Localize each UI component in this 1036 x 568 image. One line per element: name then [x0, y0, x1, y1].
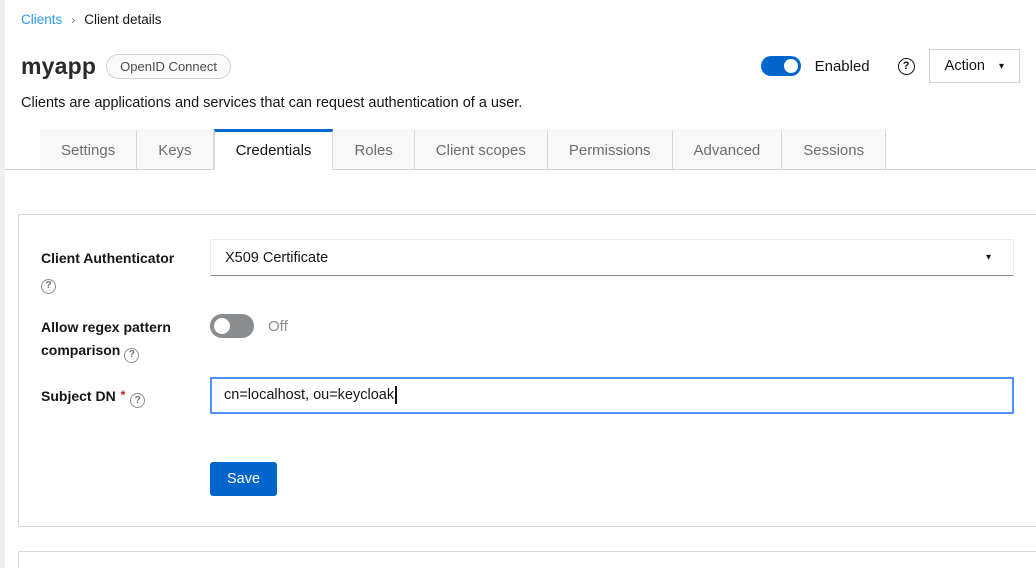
subject-dn-help-icon[interactable]: ? — [130, 393, 145, 408]
tab-settings[interactable]: Settings — [40, 129, 137, 170]
help-icon[interactable]: ? — [898, 58, 915, 75]
client-authenticator-row: Client Authenticator ? X509 Certificate … — [41, 239, 1014, 294]
tab-roles[interactable]: Roles — [333, 129, 414, 170]
subject-dn-label: Subject DN * ? — [41, 377, 208, 409]
subject-dn-label-text: Subject DN — [41, 388, 116, 404]
save-row: Save — [41, 462, 1014, 496]
client-authenticator-label: Client Authenticator ? — [41, 239, 208, 294]
page-description: Clients are applications and services th… — [0, 95, 1036, 111]
breadcrumb: Clients › Client details — [0, 0, 1036, 27]
header-actions: Enabled ? Action ▾ — [761, 49, 1020, 83]
subject-dn-value: cn=localhost, ou=keycloak — [224, 387, 394, 403]
enabled-label: Enabled — [815, 58, 870, 75]
toggle-knob — [214, 318, 230, 334]
toggle-knob — [784, 59, 798, 73]
breadcrumb-current: Client details — [84, 12, 161, 27]
chevron-down-icon: ▾ — [999, 61, 1004, 72]
client-authenticator-value: X509 Certificate — [225, 250, 328, 266]
page-header: myapp OpenID Connect Enabled ? Action ▾ — [0, 49, 1036, 83]
regex-comparison-label: Allow regex pattern comparison ? — [41, 308, 208, 363]
client-authenticator-select[interactable]: X509 Certificate ▾ — [210, 239, 1014, 276]
action-label: Action — [945, 58, 985, 74]
tab-bar-filler — [886, 129, 1036, 170]
regex-comparison-control: Off — [210, 308, 1014, 345]
select-caret-icon: ▾ — [986, 252, 991, 263]
regex-comparison-help-icon[interactable]: ? — [124, 348, 139, 363]
page-left-edge — [0, 0, 5, 568]
subject-dn-row: Subject DN * ? cn=localhost, ou=keycloak — [41, 377, 1014, 414]
tab-permissions[interactable]: Permissions — [548, 129, 673, 170]
regex-comparison-label-text: Allow regex pattern comparison — [41, 319, 171, 358]
tab-sessions[interactable]: Sessions — [782, 129, 886, 170]
regex-comparison-toggle[interactable] — [210, 314, 254, 338]
subject-dn-input[interactable]: cn=localhost, ou=keycloak — [210, 377, 1014, 414]
client-authenticator-label-text: Client Authenticator — [41, 250, 174, 266]
tab-client-scopes[interactable]: Client scopes — [415, 129, 548, 170]
client-authenticator-help-icon[interactable]: ? — [41, 279, 56, 294]
tab-credentials[interactable]: Credentials — [214, 129, 334, 170]
action-dropdown-button[interactable]: Action ▾ — [929, 49, 1020, 83]
regex-comparison-row: Allow regex pattern comparison ? Off — [41, 308, 1014, 363]
credentials-card: Client Authenticator ? X509 Certificate … — [18, 214, 1036, 527]
tab-bar: Settings Keys Credentials Roles Client s… — [0, 129, 1036, 170]
required-asterisk: * — [120, 388, 127, 402]
tab-advanced[interactable]: Advanced — [673, 129, 783, 170]
save-button[interactable]: Save — [210, 462, 277, 496]
breadcrumb-separator: › — [71, 13, 75, 27]
text-cursor — [395, 386, 397, 404]
registration-token-card: Registration access token ? Regenerate — [18, 551, 1036, 568]
enabled-toggle[interactable] — [761, 56, 801, 76]
protocol-badge: OpenID Connect — [106, 54, 231, 79]
regex-comparison-state-label: Off — [268, 318, 288, 335]
tab-spacer — [0, 129, 40, 170]
tab-keys[interactable]: Keys — [137, 129, 213, 170]
breadcrumb-clients-link[interactable]: Clients — [21, 12, 62, 27]
page-title: myapp — [21, 53, 96, 80]
